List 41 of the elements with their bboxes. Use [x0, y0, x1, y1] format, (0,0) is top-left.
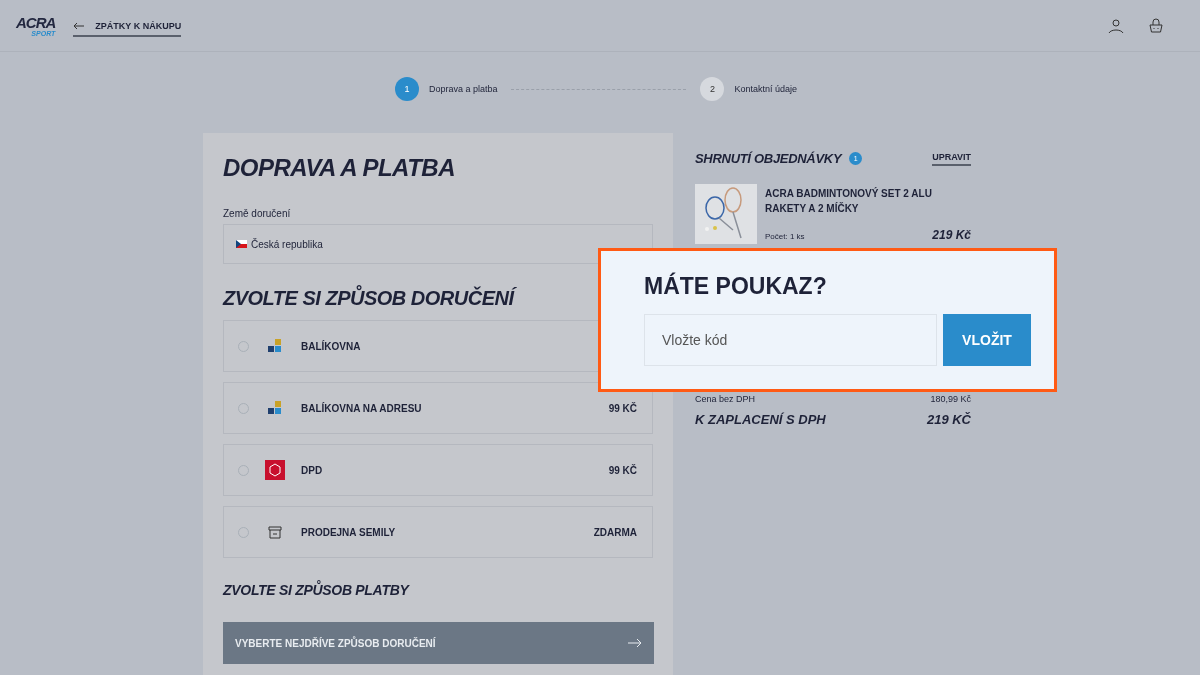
option-price: 99 KČ — [608, 464, 637, 476]
payment-button[interactable]: VYBERTE NEJDŘÍVE ZPŮSOB DORUČENÍ — [223, 622, 654, 664]
country-value: Česká republika — [251, 238, 323, 250]
edit-link[interactable]: UPRAVIT — [932, 151, 971, 166]
section-heading: ZVOLTE SI ZPŮSOB PLATBY — [223, 582, 411, 598]
option-price: 99 KČ — [608, 402, 637, 414]
total-label: K ZAPLACENÍ S DPH — [695, 412, 826, 427]
total-value: 219 KČ — [926, 412, 971, 427]
option-name: PRODEJNA SEMILY — [301, 526, 396, 538]
step-label[interactable]: Doprava a platba — [428, 84, 498, 94]
page-title: DOPRAVA A PLATBA — [223, 153, 456, 183]
net-price-value: 180,99 Kč — [930, 394, 971, 404]
czech-flag-icon — [236, 240, 247, 248]
apply-button[interactable]: VLOŽIT — [943, 314, 1031, 366]
delivery-option[interactable]: DPD 99 KČ — [223, 444, 653, 496]
user-icon[interactable] — [1108, 17, 1124, 34]
arrow-left-icon — [73, 21, 86, 30]
net-price-label: Cena bez DPH — [695, 394, 756, 404]
country-select[interactable]: Česká republika — [223, 224, 653, 264]
back-link[interactable]: ZPÁTKY K NÁKUPU — [73, 16, 182, 37]
voucher-code-field[interactable]: Vložte kód — [644, 314, 937, 366]
arrow-right-icon — [628, 638, 642, 648]
step-number[interactable]: 2 — [700, 77, 725, 101]
product-price: 219 Kč — [932, 228, 971, 242]
option-price: ZDARMA — [593, 526, 637, 538]
basket-icon[interactable] — [1148, 17, 1164, 34]
option-name: DPD — [301, 464, 323, 476]
back-link-text[interactable]: ZPÁTKY K NÁKUPU — [95, 20, 182, 31]
product-name[interactable]: ACRA BADMINTONOVÝ SET 2 ALU RAKETY A 2 MÍČKY — [765, 184, 971, 216]
option-name: BALÍKOVNA NA ADRESU — [301, 402, 422, 414]
step-number[interactable]: 1 — [394, 77, 419, 101]
product-quantity: Počet: 1 ks — [765, 232, 805, 241]
delivery-option[interactable]: PRODEJNA SEMILY ZDARMA — [223, 506, 653, 558]
delivery-option[interactable]: BALÍKOVNA NA ADRESU 99 KČ — [223, 382, 653, 434]
step-label[interactable]: Kontaktní údaje — [734, 84, 798, 94]
store-icon — [265, 524, 285, 540]
field-label: Země doručení — [223, 208, 292, 219]
option-name: BALÍKOVNA — [301, 340, 361, 352]
logo-wordmark[interactable]: ACRA — [16, 14, 56, 30]
summary-title: SHRNUTÍ OBJEDNÁVKY — [695, 151, 842, 166]
parcel-logo-icon — [265, 460, 285, 480]
